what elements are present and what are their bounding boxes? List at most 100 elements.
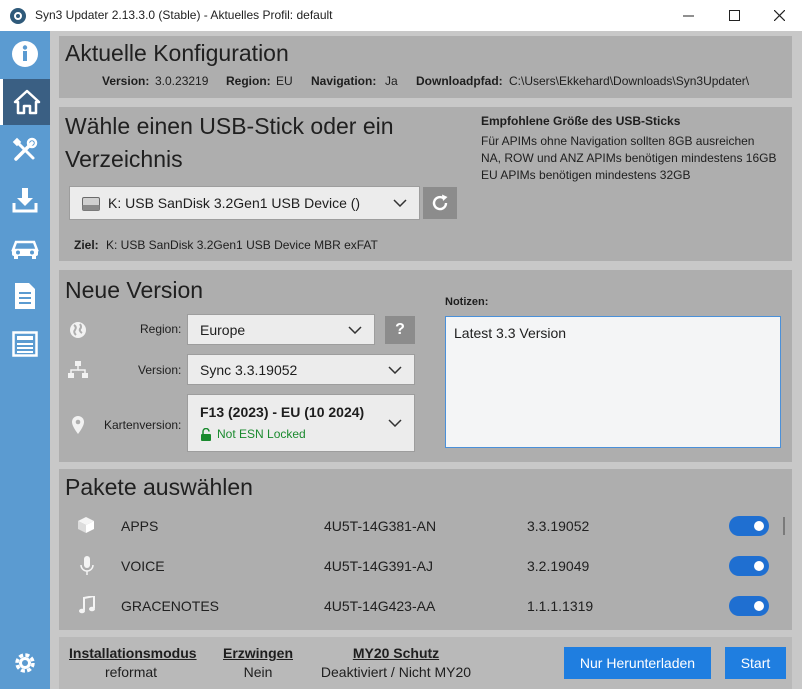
microphone-icon: [80, 556, 94, 575]
news-icon: [12, 331, 38, 357]
map-marker-icon: [72, 416, 84, 434]
download-only-button[interactable]: Nur Herunterladen: [564, 647, 711, 679]
tools-icon: [12, 137, 38, 161]
unlock-icon: [201, 428, 211, 441]
chevron-down-icon: [348, 325, 362, 334]
globe-icon: [70, 322, 86, 338]
usb-drive-select[interactable]: K: USB SanDisk 3.2Gen1 USB Device (): [69, 186, 420, 220]
usb-recommend-title: Empfohlene Größe des USB-Sticks: [481, 114, 681, 128]
usb-target-label: Ziel:: [74, 238, 99, 252]
sidebar-item-settings[interactable]: [0, 640, 50, 686]
config-version-value: 3.0.23219: [155, 74, 209, 88]
usb-panel: Wähle einen USB-Stick oder ein Verzeichn…: [59, 107, 792, 261]
packages-heading: Pakete auswählen: [65, 474, 253, 500]
app-icon: [10, 8, 26, 24]
config-region-value: EU: [276, 74, 293, 88]
my20-value: Deaktiviert / Nicht MY20: [320, 664, 472, 680]
maximize-icon: [728, 10, 740, 21]
refresh-drives-button[interactable]: [423, 187, 457, 219]
package-name: GRACENOTES: [121, 598, 220, 614]
new-version-panel: Neue Version Region: Europe ? Version: S…: [59, 270, 792, 462]
force-label: Erzwingen: [222, 645, 293, 661]
sidebar-item-info[interactable]: [0, 31, 50, 77]
window-title: Syn3 Updater 2.13.3.0 (Stable) - Aktuell…: [35, 8, 333, 22]
package-row: APPS 4U5T-14G381-AN 3.3.19052: [59, 509, 792, 547]
sidebar-item-download[interactable]: [0, 177, 50, 223]
package-version: 3.2.19049: [527, 558, 590, 574]
config-version-label: Version:: [102, 74, 150, 88]
package-name: APPS: [121, 518, 159, 534]
usb-recommend-line: NA, ROW und ANZ APIMs benötigen mindeste…: [481, 151, 777, 165]
title-bar: Syn3 Updater 2.13.3.0 (Stable) - Aktuell…: [0, 0, 802, 31]
package-part: 4U5T-14G423-AA: [324, 598, 436, 614]
packages-panel: Pakete auswählen APPS 4U5T-14G381-AN 3.3…: [59, 469, 792, 630]
version-selected: Sync 3.3.19052: [200, 362, 298, 378]
usb-recommend-line: EU APIMs benötigen mindestens 32GB: [481, 168, 691, 182]
download-icon: [12, 188, 38, 213]
notes-textarea[interactable]: Latest 3.3 Version: [445, 316, 781, 448]
document-icon: [15, 283, 35, 309]
usb-target-value: K: USB SanDisk 3.2Gen1 USB Device MBR ex…: [106, 238, 378, 252]
car-icon: [11, 240, 39, 259]
package-icon: [78, 517, 94, 533]
package-part: 4U5T-14G391-AJ: [324, 558, 433, 574]
current-config-panel: Aktuelle Konfiguration Version: 3.0.2321…: [59, 36, 792, 98]
info-icon: [12, 41, 38, 67]
package-row: GRACENOTES 4U5T-14G423-AA 1.1.1.1319: [59, 589, 792, 627]
chevron-down-icon: [388, 365, 402, 374]
version-select[interactable]: Sync 3.3.19052: [187, 354, 415, 385]
usb-heading-line2: Verzeichnis: [65, 146, 183, 172]
home-icon: [13, 89, 40, 115]
minimize-button[interactable]: [665, 0, 711, 31]
install-mode-label: Installationsmodus: [69, 645, 197, 661]
install-mode-value: reformat: [104, 664, 158, 680]
config-nav-label: Navigation:: [311, 74, 377, 88]
minimize-icon: [682, 15, 694, 17]
refresh-icon: [432, 194, 448, 211]
help-button[interactable]: ?: [385, 316, 415, 344]
usb-recommend-line: Für APIMs ohne Navigation sollten 8GB au…: [481, 134, 755, 148]
my20-label: MY20 Schutz: [352, 645, 440, 661]
map-version-label: Kartenversion:: [104, 418, 182, 432]
maximize-button[interactable]: [711, 0, 757, 31]
chevron-down-icon: [388, 419, 402, 427]
sidebar-item-car[interactable]: [0, 225, 50, 271]
config-heading: Aktuelle Konfiguration: [65, 40, 289, 66]
music-note-icon: [79, 596, 95, 614]
sidebar-item-home[interactable]: [0, 79, 50, 125]
sidebar-item-tools[interactable]: [0, 127, 50, 173]
config-region-label: Region:: [226, 74, 271, 88]
sitemap-icon: [68, 361, 88, 378]
sidebar: [0, 31, 50, 689]
usb-heading-line1: Wähle einen USB-Stick oder ein: [65, 113, 394, 139]
package-toggle[interactable]: [729, 556, 769, 576]
sidebar-item-log[interactable]: [0, 273, 50, 319]
package-name: VOICE: [121, 558, 165, 574]
package-version: 3.3.19052: [527, 518, 590, 534]
package-row: VOICE 4U5T-14G391-AJ 3.2.19049: [59, 549, 792, 587]
notes-label: Notizen:: [445, 296, 489, 308]
config-path-value: C:\Users\Ekkehard\Downloads\Syn3Updater\: [509, 74, 750, 88]
package-toggle[interactable]: [729, 596, 769, 616]
close-icon: [773, 10, 785, 21]
footer-bar: Installationsmodus reformat Erzwingen Ne…: [59, 637, 792, 689]
region-select[interactable]: Europe: [187, 314, 375, 345]
package-version: 1.1.1.1319: [527, 598, 594, 614]
esn-status: Not ESN Locked: [217, 427, 306, 441]
chevron-down-icon: [393, 199, 407, 207]
map-version-selected: F13 (2023) - EU (10 2024): [200, 404, 365, 420]
close-button[interactable]: [756, 0, 802, 31]
region-selected: Europe: [200, 322, 246, 338]
sidebar-item-news[interactable]: [0, 321, 50, 367]
map-version-select[interactable]: F13 (2023) - EU (10 2024) Not ESN Locked: [187, 394, 415, 452]
usb-drive-icon: [82, 197, 100, 211]
package-part: 4U5T-14G381-AN: [324, 518, 437, 534]
packages-scrollbar[interactable]: [783, 517, 785, 535]
package-toggle[interactable]: [729, 516, 769, 536]
gear-icon: [15, 653, 35, 673]
config-path-label: Downloadpfad:: [416, 74, 503, 88]
config-nav-value: Ja: [385, 74, 398, 88]
new-version-heading: Neue Version: [65, 277, 204, 303]
force-value: Nein: [243, 664, 273, 680]
start-button[interactable]: Start: [725, 647, 786, 679]
